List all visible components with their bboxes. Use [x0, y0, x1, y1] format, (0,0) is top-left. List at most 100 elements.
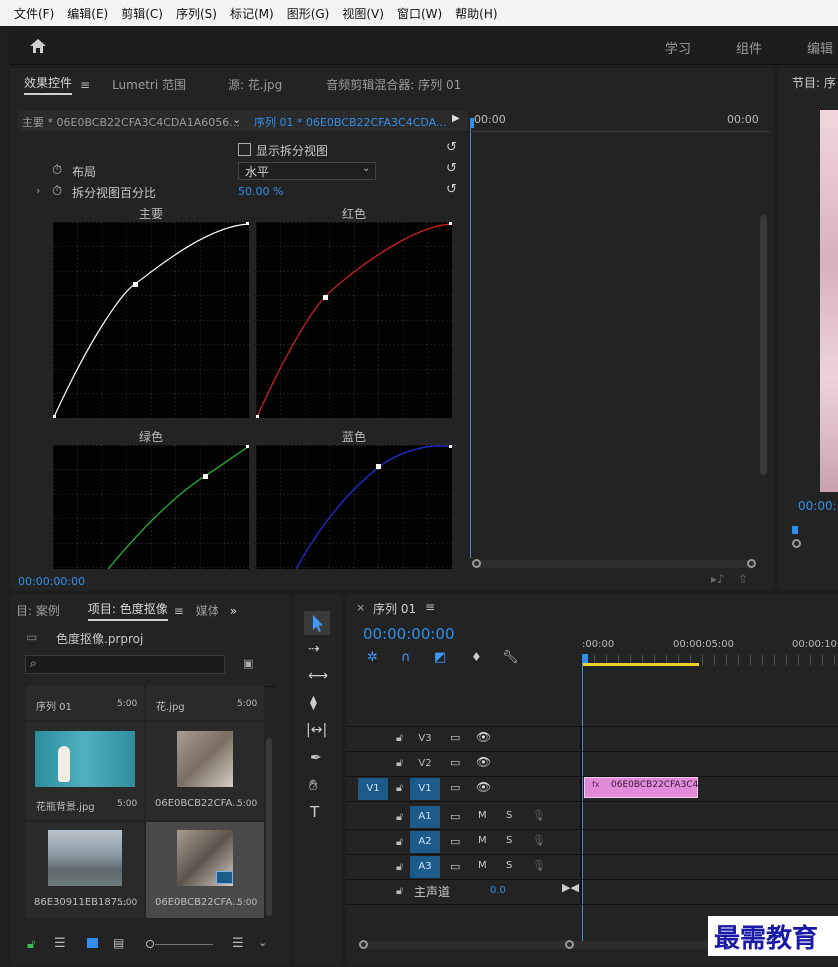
- tab-source[interactable]: 源: 花.jpg: [228, 76, 282, 93]
- lock-icon[interactable]: 🔓︎: [27, 937, 35, 952]
- more-tabs-icon[interactable]: »: [230, 604, 237, 618]
- stopwatch-icon[interactable]: ⏱: [52, 163, 62, 178]
- program-timecode[interactable]: 00:00:: [798, 499, 837, 513]
- project-scrollbar[interactable]: [266, 738, 272, 916]
- lock-icon[interactable]: 🔓︎: [396, 781, 403, 795]
- lock-icon[interactable]: 🔓︎: [396, 810, 403, 824]
- audio-only-icon[interactable]: ▸♪: [711, 572, 725, 586]
- solo-button[interactable]: S: [506, 835, 512, 846]
- master-clip-label[interactable]: 主要 * 06E0BCB22CFA3C4CDA1A6056...: [22, 114, 240, 130]
- master-volume-value[interactable]: 0.0: [490, 885, 506, 896]
- curve-graph-master[interactable]: [53, 222, 249, 418]
- panel-menu-icon[interactable]: ≡: [425, 600, 435, 614]
- timeline-timecode[interactable]: 00:00:00:00: [363, 625, 455, 643]
- panel-menu-icon[interactable]: ≡: [80, 78, 90, 92]
- project-search-input[interactable]: [25, 655, 225, 674]
- selection-tool[interactable]: [304, 611, 330, 635]
- timeline-tab[interactable]: 序列 01: [373, 600, 416, 617]
- chevron-down-icon[interactable]: ⌄: [362, 163, 370, 174]
- source-patch-v1[interactable]: V1: [358, 778, 388, 800]
- lock-icon[interactable]: 🔓︎: [396, 884, 403, 898]
- curve-graph-blue[interactable]: [256, 445, 452, 569]
- mute-button[interactable]: M: [478, 835, 487, 846]
- track-label-a2[interactable]: A2: [410, 831, 440, 853]
- workspace-editing[interactable]: 编辑: [807, 38, 833, 57]
- zoom-handle-left[interactable]: [359, 940, 368, 949]
- track-label-a3[interactable]: A3: [410, 856, 440, 878]
- sync-lock-icon[interactable]: ▭: [450, 860, 460, 873]
- hand-tool[interactable]: ✋︎: [309, 776, 318, 794]
- menu-marker[interactable]: 标记(M): [230, 5, 274, 22]
- solo-button[interactable]: S: [506, 860, 512, 871]
- sync-lock-icon[interactable]: ▭: [450, 810, 460, 823]
- mute-button[interactable]: M: [478, 810, 487, 821]
- mute-button[interactable]: M: [478, 860, 487, 871]
- track-label-v3[interactable]: V3: [410, 728, 440, 750]
- panel-menu-icon[interactable]: ≡: [174, 604, 184, 618]
- mic-icon[interactable]: 🎙︎: [532, 809, 546, 822]
- linked-selection-icon[interactable]: ◩: [434, 650, 446, 665]
- mic-icon[interactable]: 🎙︎: [532, 834, 546, 847]
- menu-edit[interactable]: 编辑(E): [67, 5, 108, 22]
- film-icon[interactable]: ▭: [450, 756, 460, 769]
- tab-lumetri-scopes[interactable]: Lumetri 范围: [112, 76, 186, 93]
- pen-tool[interactable]: ✒: [310, 750, 322, 766]
- freeform-view-icon[interactable]: ▤: [113, 936, 124, 950]
- timeline-playhead[interactable]: [582, 663, 583, 941]
- chevron-down-icon[interactable]: ⌄: [258, 936, 267, 949]
- play-icon[interactable]: ▶: [452, 113, 460, 124]
- sync-lock-icon[interactable]: ▭: [450, 835, 460, 848]
- zoom-handle-right[interactable]: [747, 559, 756, 568]
- ec-playhead-head[interactable]: [470, 118, 474, 128]
- lock-icon[interactable]: 🔓︎: [396, 731, 403, 745]
- icon-view-icon[interactable]: [87, 938, 98, 948]
- split-view-checkbox[interactable]: [238, 143, 251, 156]
- workspace-learn[interactable]: 学习: [665, 38, 691, 57]
- stopwatch-icon[interactable]: ⏱: [52, 184, 62, 199]
- sequence-clip-label[interactable]: 序列 01 * 06E0BCB22CFA3C4CDA...: [254, 114, 447, 130]
- add-marker-icon[interactable]: ♦: [471, 650, 482, 664]
- export-icon[interactable]: ⇧: [738, 572, 748, 586]
- eye-icon[interactable]: 👁︎: [476, 780, 491, 794]
- chevron-down-icon[interactable]: ⌄: [232, 113, 241, 126]
- menu-clip[interactable]: 剪辑(C): [121, 5, 163, 22]
- list-view-icon[interactable]: ☰: [54, 936, 66, 951]
- curve-graph-green[interactable]: [53, 445, 249, 569]
- split-percent-value[interactable]: 50.00 %: [238, 185, 283, 198]
- tab-bin[interactable]: 目: 案例: [16, 602, 60, 619]
- zoom-handle-left[interactable]: [472, 559, 481, 568]
- ec-playhead[interactable]: [470, 128, 471, 558]
- eye-icon[interactable]: 👁︎: [476, 755, 491, 769]
- zoom-handle-left[interactable]: [792, 539, 801, 548]
- timeline-playhead-head[interactable]: [582, 654, 588, 663]
- film-icon[interactable]: ▭: [450, 781, 460, 794]
- zoom-slider[interactable]: [155, 944, 213, 945]
- expand-chevron-icon[interactable]: ›: [36, 184, 40, 197]
- tab-effect-controls[interactable]: 效果控件: [24, 74, 73, 95]
- zoom-slider-handle[interactable]: [146, 940, 154, 948]
- eye-icon[interactable]: 👁︎: [476, 730, 491, 744]
- new-search-bin-icon[interactable]: ▣: [243, 657, 253, 670]
- track-label-v2[interactable]: V2: [410, 753, 440, 775]
- sort-icon[interactable]: ☰: [232, 936, 244, 951]
- program-monitor-title[interactable]: 节目: 序: [792, 74, 836, 91]
- settings-wrench-icon[interactable]: 🔧︎: [502, 650, 519, 665]
- lock-icon[interactable]: 🔓︎: [396, 756, 403, 770]
- tab-media[interactable]: 媒体: [196, 602, 218, 619]
- close-icon[interactable]: ×: [356, 601, 365, 614]
- ec-current-time[interactable]: 00:00:00:00: [18, 575, 85, 588]
- menu-graphics[interactable]: 图形(G): [287, 5, 330, 22]
- curve-graph-red[interactable]: [256, 222, 452, 418]
- type-tool[interactable]: T: [310, 803, 319, 821]
- film-icon[interactable]: ▭: [450, 731, 460, 744]
- tab-project[interactable]: 项目: 色度抠像: [87, 600, 168, 621]
- work-area-bar[interactable]: [582, 663, 699, 666]
- ripple-edit-tool[interactable]: ⟷: [308, 668, 328, 684]
- track-select-tool[interactable]: ⇢: [308, 641, 320, 657]
- slip-tool[interactable]: |↔|: [306, 722, 327, 738]
- ec-zoom-bar[interactable]: [472, 560, 756, 568]
- tab-audio-clip-mixer[interactable]: 音频剪辑混合器: 序列 01: [326, 76, 461, 93]
- insert-nest-icon[interactable]: ✲: [367, 650, 378, 665]
- menu-window[interactable]: 窗口(W): [397, 5, 442, 22]
- home-icon[interactable]: [28, 37, 48, 55]
